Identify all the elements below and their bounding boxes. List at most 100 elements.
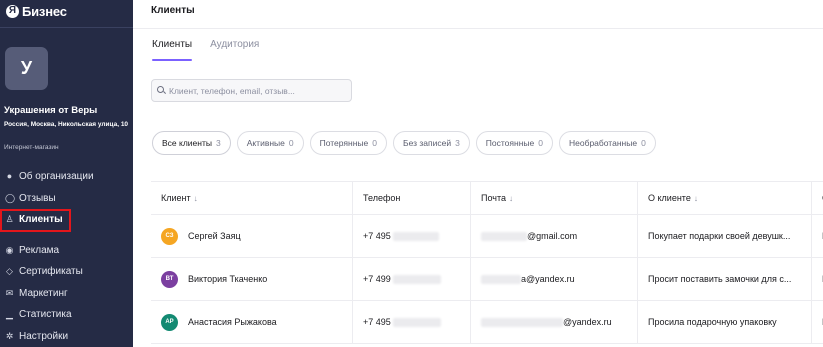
- phone-cell: +7 495: [353, 301, 471, 343]
- sidebar-divider: [0, 27, 133, 28]
- sidebar-item-label: Об организации: [19, 171, 94, 183]
- phone-prefix: +7 495: [363, 317, 391, 327]
- tab-clients[interactable]: Клиенты: [152, 39, 193, 61]
- clients-table: Клиент↓ Телефон Почта↓ О клиенте↓ С СЗСе…: [151, 181, 823, 344]
- filter-chip-no-bookings[interactable]: Без записей 3: [392, 131, 470, 155]
- gear-icon: ✲: [5, 330, 14, 341]
- sidebar-item-certificates[interactable]: ◇ Сертификаты: [0, 261, 133, 283]
- chip-label: Без записей: [402, 138, 452, 148]
- phone-cell: +7 495: [353, 215, 471, 257]
- organization-name: Украшения от Веры: [4, 105, 98, 116]
- filter-chip-all[interactable]: Все клиенты 3: [152, 131, 231, 155]
- sidebar-item-label: Реклама: [19, 244, 60, 256]
- sidebar-item-label: Сертификаты: [19, 266, 83, 278]
- sidebar-item-label: Маркетинг: [19, 287, 68, 299]
- sidebar-item-settings[interactable]: ✲ Настройки: [0, 326, 133, 347]
- client-name: Виктория Ткаченко: [188, 274, 268, 284]
- column-header-extra: С: [812, 182, 823, 214]
- sidebar: Я Бизнес У Украшения от Веры Россия, Мос…: [0, 0, 133, 347]
- column-header-client[interactable]: Клиент ↓: [151, 182, 353, 214]
- about-cell: Просит поставить замочки для с...: [638, 258, 812, 300]
- chip-count: 3: [215, 138, 221, 148]
- client-avatar: СЗ: [161, 227, 178, 245]
- column-label: Почта: [481, 193, 506, 203]
- bar-chart-icon: ▁: [6, 309, 13, 320]
- megaphone-icon: ◉: [5, 244, 14, 255]
- client-name: Сергей Заяц: [188, 231, 241, 241]
- filter-chips: Все клиенты 3 Активные 0 Потерянные 0 Без з…: [152, 131, 662, 155]
- client-cell: АР Анастасия Рыжакова: [151, 301, 353, 343]
- table-row[interactable]: СЗ Сергей Заяц +7 495 @gmail.com Покупает…: [151, 215, 823, 258]
- logo-mark: Я: [6, 4, 19, 18]
- chip-label: Постоянные: [485, 138, 535, 148]
- filter-chip-unprocessed[interactable]: Необработанные 0: [558, 131, 656, 155]
- organization-type: Интернет-магазин: [4, 144, 59, 151]
- sort-arrow-icon: ↓: [693, 193, 698, 203]
- column-label: О клиенте: [648, 193, 691, 203]
- mail-icon: ✉: [5, 287, 14, 298]
- active-item-highlight-box: [0, 209, 71, 232]
- redacted-phone: [393, 317, 442, 327]
- client-cell: ВТ Виктория Ткаченко: [151, 258, 353, 300]
- logo-text: Бизнес: [22, 3, 67, 19]
- sidebar-nav: ● Об организации ◯ Отзывы ♙ Клиенты ◉ Реклам…: [0, 166, 133, 347]
- phone-prefix: +7 495: [363, 231, 391, 241]
- column-header-phone: Телефон: [353, 182, 471, 214]
- chip-label: Необработанные: [568, 138, 638, 148]
- email-suffix: @gmail.com: [527, 231, 578, 241]
- extra-cell: Е: [812, 215, 823, 257]
- filter-chip-active[interactable]: Активные 0: [236, 131, 304, 155]
- search-box[interactable]: [151, 79, 352, 102]
- extra-cell: Е: [812, 258, 823, 300]
- organization-avatar[interactable]: У: [5, 47, 48, 90]
- client-name: Анастасия Рыжакова: [188, 317, 277, 327]
- sidebar-item-ads[interactable]: ◉ Реклама: [0, 240, 133, 262]
- redacted-phone: [393, 231, 440, 241]
- yandex-business-logo[interactable]: Я Бизнес: [6, 3, 67, 19]
- column-header-email[interactable]: Почта ↓: [471, 182, 638, 214]
- search-input[interactable]: [169, 85, 349, 96]
- sidebar-item-about[interactable]: ● Об организации: [0, 166, 133, 188]
- email-suffix: a@yandex.ru: [521, 274, 575, 284]
- filter-chip-regular[interactable]: Постоянные 0: [475, 131, 553, 155]
- sidebar-item-reviews[interactable]: ◯ Отзывы: [0, 188, 133, 210]
- table-row[interactable]: ВТ Виктория Ткаченко +7 499 a@yandex.ru П…: [151, 258, 823, 301]
- about-cell: Просила подарочную упаковку: [638, 301, 812, 343]
- email-suffix: @yandex.ru: [563, 317, 612, 327]
- header-divider: [133, 28, 823, 29]
- sidebar-item-label: Настройки: [19, 330, 69, 342]
- chip-count: 3: [455, 138, 460, 148]
- sidebar-item-marketing[interactable]: ✉ Маркетинг: [0, 283, 133, 305]
- redacted-email: [481, 274, 521, 284]
- phone-prefix: +7 499: [363, 274, 391, 284]
- email-cell: a@yandex.ru: [471, 258, 638, 300]
- redacted-email: [481, 231, 527, 241]
- tabs: Клиенты Аудитория: [152, 39, 259, 61]
- column-label: Телефон: [363, 193, 401, 203]
- chip-label: Потерянные: [319, 138, 369, 148]
- chip-label: Активные: [246, 138, 285, 148]
- chip-count: 0: [538, 138, 543, 148]
- chip-label: Все клиенты: [162, 138, 212, 148]
- table-header: Клиент↓ Телефон Почта↓ О клиенте↓ С: [151, 181, 823, 215]
- extra-cell: Е: [812, 301, 823, 343]
- chip-count: 0: [372, 138, 377, 148]
- tab-audience[interactable]: Аудитория: [210, 39, 259, 61]
- tag-icon: ◇: [6, 266, 13, 277]
- column-header-about[interactable]: О клиенте ↓: [638, 182, 812, 214]
- sort-arrow-icon: ↓: [193, 193, 198, 203]
- sidebar-item-statistics[interactable]: ▁ Статистика: [0, 304, 133, 326]
- page-title: Клиенты: [151, 5, 195, 16]
- column-label: Клиент: [161, 193, 191, 203]
- chip-count: 0: [641, 138, 646, 148]
- email-cell: @gmail.com: [471, 215, 638, 257]
- redacted-phone: [393, 274, 442, 284]
- main-content: Клиенты Клиенты Аудитория Все клиенты3 А…: [133, 0, 823, 347]
- chat-icon: ◯: [5, 192, 16, 203]
- sort-arrow-icon: ↓: [509, 193, 513, 203]
- filter-chip-lost[interactable]: Потерянные 0: [309, 131, 387, 155]
- table-row[interactable]: АР Анастасия Рыжакова +7 495 @yandex.ru П…: [151, 301, 823, 344]
- email-cell: @yandex.ru: [471, 301, 638, 343]
- search-icon: [157, 86, 166, 95]
- client-avatar: ВТ: [161, 270, 178, 288]
